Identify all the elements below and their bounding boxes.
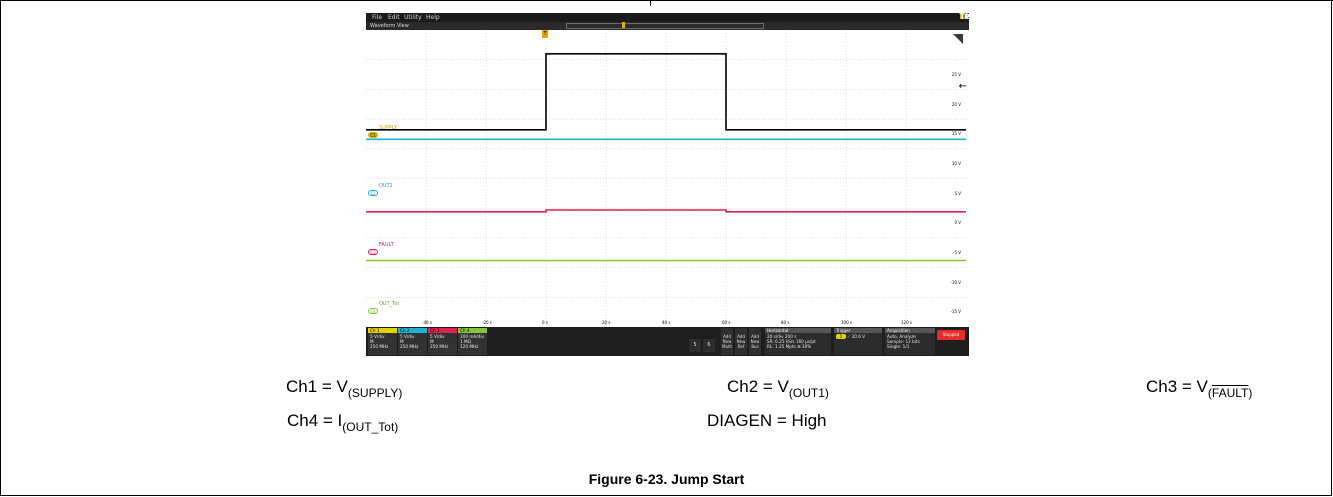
x-tick-label: 100 s <box>841 320 852 325</box>
status-bar: Ch 1 5 V/div M 250 MHz Ch 2 5 V/div M 250 MH… <box>366 327 969 356</box>
waveform-plot <box>366 30 969 327</box>
channel-marker-c4[interactable]: C4 <box>368 308 378 314</box>
channel-5-button[interactable]: 5 <box>689 339 701 352</box>
overview-position-marker[interactable] <box>622 22 625 28</box>
y-tick-label: -5 V <box>953 250 961 255</box>
brand-logo: Telktronix <box>959 13 969 22</box>
channel-box-ch2[interactable]: Ch 2 5 V/div M 250 MHz <box>398 328 427 355</box>
trigger-position-marker[interactable]: T <box>542 30 548 38</box>
channel-label-supply: SUPPLY <box>379 125 398 131</box>
channel-6-button[interactable]: 6 <box>703 339 715 352</box>
y-tick-label: -15 V <box>950 309 961 314</box>
x-tick-label: 120 s <box>901 320 912 325</box>
trigger-level: 20.6 V <box>851 334 866 339</box>
channel-marker-c1[interactable]: C1 <box>368 132 378 138</box>
menu-edit[interactable]: Edit <box>388 13 400 22</box>
waveform-area[interactable]: T ← 25 V 20 V 15 V 10 V 5 V 0 V -5 V -10… <box>366 30 969 327</box>
channel-label-fault: FAULT <box>379 242 394 248</box>
y-tick-label: 15 V <box>951 131 961 136</box>
menu-bar: File Edit Utility Help Telktronix <box>366 13 969 22</box>
horizontal-panel[interactable]: Horizontal 20 s/div 200 s SR: 6.25 kS/s 1… <box>765 328 831 355</box>
x-tick-label: 80 s <box>781 320 790 325</box>
run-stop-button[interactable]: Stopped <box>937 330 965 340</box>
x-tick-label: 40 s <box>662 320 671 325</box>
caption-ch2: Ch2 = V(OUT1) <box>727 377 829 400</box>
menu-utility[interactable]: Utility <box>404 13 422 22</box>
trigger-level-arrow-icon[interactable]: ← <box>959 82 967 92</box>
channel-label-out-tot: OUT_Tot <box>379 301 400 307</box>
record-overview[interactable] <box>566 23 764 29</box>
caption-ch4: Ch4 = I(OUT_Tot) <box>287 411 399 434</box>
channel-box-ch3[interactable]: Ch 3 5 V/div M 250 MHz <box>428 328 457 355</box>
add-new-ref-button[interactable]: Add New Ref <box>735 328 747 355</box>
add-new-bus-button[interactable]: Add New Bus <box>749 328 761 355</box>
channel-box-ch1[interactable]: Ch 1 5 V/div M 250 MHz <box>368 328 397 355</box>
trigger-panel[interactable]: Trigger 1 ⟋ 20.6 V <box>834 328 882 355</box>
x-tick-label: 60 s <box>722 320 731 325</box>
channel-marker-c3[interactable]: C3 <box>368 249 378 255</box>
menu-file[interactable]: File <box>372 13 382 22</box>
channel-label-out1: OUT1 <box>379 183 393 189</box>
y-tick-label: 10 V <box>951 161 961 166</box>
channel-marker-c2[interactable]: C2 <box>368 190 378 196</box>
oscilloscope-screenshot: File Edit Utility Help Telktronix Wavefo… <box>366 13 969 356</box>
caption-ch1: Ch1 = V(SUPPLY) <box>286 377 403 400</box>
rising-edge-icon: ⟋ <box>847 334 851 339</box>
trigger-source-badge: 1 <box>836 334 846 339</box>
y-tick-label: 25 V <box>951 72 961 77</box>
y-tick-label: 5 V <box>954 191 961 196</box>
caption-diagen: DIAGEN = High <box>707 411 827 430</box>
x-tick-label: 20 s <box>602 320 611 325</box>
y-tick-label: 0 V <box>954 220 961 225</box>
caption-ch3: Ch3 = V(FAULT) <box>1146 377 1253 400</box>
add-new-math-button[interactable]: Add New Math <box>721 328 733 355</box>
waveform-view-title: Waveform View <box>370 23 409 29</box>
menu-help[interactable]: Help <box>426 13 440 22</box>
x-tick-label: -20 s <box>482 320 492 325</box>
x-tick-label: -40 s <box>422 320 432 325</box>
view-corner-icon[interactable] <box>953 34 963 44</box>
y-tick-label: -10 V <box>950 280 961 285</box>
figure-caption: Figure 6-23. Jump Start <box>588 471 745 487</box>
waveform-supply <box>366 52 966 131</box>
channel-box-ch4[interactable]: Ch 4 100 mA/div 1 MΩ 120 MHz <box>458 328 487 355</box>
x-tick-label: 0 s <box>542 320 548 325</box>
y-tick-label: 20 V <box>951 102 961 107</box>
acquisition-panel[interactable]: Acquisition Auto, Analyze Sample: 12 bits… <box>885 328 935 355</box>
